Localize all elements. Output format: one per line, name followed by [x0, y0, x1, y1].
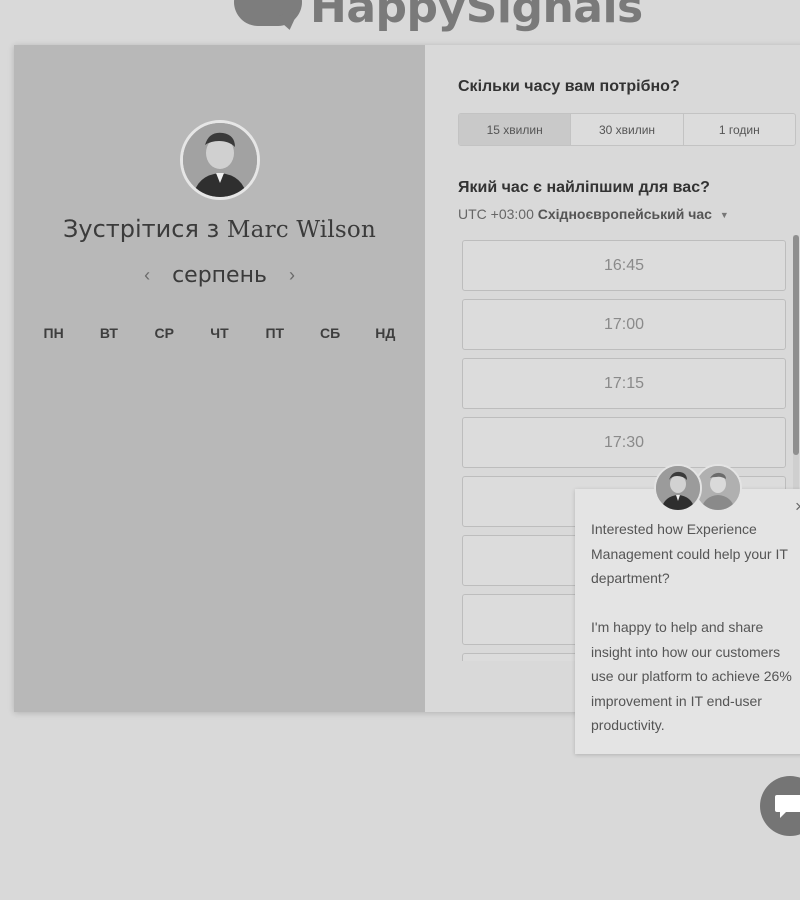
duration-selector: 15 хвилин 30 хвилин 1 годин [458, 113, 796, 146]
logo-text: HappySignals [310, 0, 643, 33]
weekday-fri: ПТ [265, 325, 285, 341]
scrollbar-thumb[interactable] [793, 235, 799, 455]
timezone-offset: UTC +03:00 [458, 206, 534, 222]
person-avatar-icon [656, 466, 700, 510]
weekday-header: ПН ВТ СР ЧТ ПТ СБ НД [14, 325, 425, 341]
chat-launcher-button[interactable] [760, 776, 800, 836]
logo-mark-icon [228, 0, 302, 33]
host-avatar [180, 120, 260, 200]
chat-popup[interactable]: × Interested how Experience Management c… [575, 489, 800, 754]
caret-down-icon: ▼ [719, 210, 729, 220]
host-name: Marc Wilson [226, 217, 376, 243]
close-icon[interactable]: × [795, 497, 800, 517]
month-navigation: ‹ серпень › [14, 263, 425, 288]
time-question: Який час є найліпшим для вас? [458, 179, 710, 196]
time-slot[interactable]: 17:15 [462, 358, 786, 409]
timezone-selector[interactable]: UTC +03:00 Східноєвропейський час ▼ [458, 206, 729, 222]
duration-option-15[interactable]: 15 хвилин [459, 114, 572, 145]
meet-title: Зустрітися з Marc Wilson [14, 215, 425, 243]
weekday-mon: ПН [43, 325, 64, 341]
chevron-left-icon[interactable]: ‹ [140, 265, 154, 286]
duration-option-30[interactable]: 30 хвилин [571, 114, 684, 145]
weekday-sun: НД [375, 325, 396, 341]
duration-question: Скільки часу вам потрібно? [458, 78, 680, 95]
meet-prefix: Зустрітися з [63, 215, 220, 243]
chat-agent-avatar-1 [654, 464, 702, 512]
weekday-tue: ВТ [99, 325, 118, 341]
chat-message-part2: I'm happy to help and share insight into… [591, 619, 792, 733]
chat-bubble-icon [775, 795, 800, 818]
time-slot[interactable]: 17:30 [462, 417, 786, 468]
person-avatar-icon [696, 466, 740, 510]
person-avatar-icon [183, 123, 257, 197]
weekday-wed: СР [154, 325, 174, 341]
weekday-sat: СБ [319, 325, 341, 341]
time-slot[interactable]: 17:00 [462, 299, 786, 350]
chat-message-part1: Interested how Experience Management cou… [591, 521, 788, 586]
weekday-thu: ЧТ [210, 325, 229, 341]
happysignals-logo[interactable]: HappySignals [228, 0, 643, 33]
timezone-name: Східноєвропейський час [537, 206, 712, 222]
month-label: серпень [172, 263, 267, 288]
chevron-right-icon[interactable]: › [285, 265, 299, 286]
time-slot[interactable]: 16:45 [462, 240, 786, 291]
duration-option-60[interactable]: 1 годин [684, 114, 795, 145]
host-calendar-panel: Зустрітися з Marc Wilson ‹ серпень › ПН … [14, 45, 425, 712]
chat-message: Interested how Experience Management cou… [591, 517, 800, 738]
